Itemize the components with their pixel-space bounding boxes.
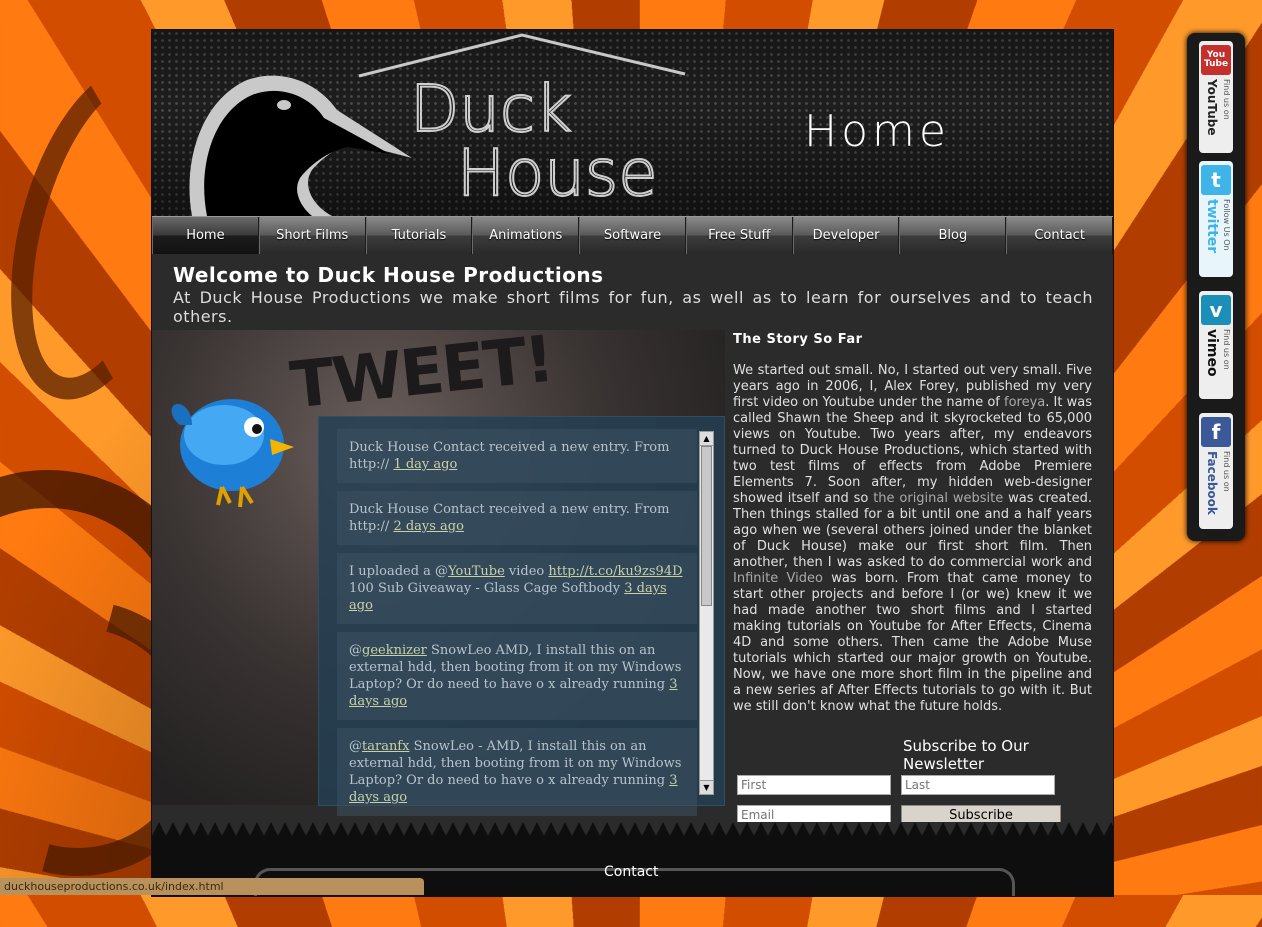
social-sidebar: You Tube Find us on YouTube t Follow Us … bbox=[1187, 33, 1245, 541]
nav-item-home[interactable]: Home bbox=[152, 217, 259, 254]
nav-item-tutorials[interactable]: Tutorials bbox=[365, 217, 473, 254]
tweet-mention-link[interactable]: taranfx bbox=[362, 739, 409, 754]
tweet-item: Duck House Contact received a new entry.… bbox=[337, 491, 697, 545]
facebook-icon: f bbox=[1201, 417, 1231, 447]
nav-item-short-films[interactable]: Short Films bbox=[258, 217, 366, 254]
first-name-input[interactable] bbox=[737, 775, 891, 795]
tweet-item: I uploaded a @YouTube video http://t.co/… bbox=[337, 553, 697, 624]
tweet-text: 100 Sub Giveaway - Glass Cage Softbody bbox=[349, 581, 621, 596]
scroll-up-icon[interactable]: ▲ bbox=[700, 432, 713, 446]
tweet-heading: TWEET! bbox=[287, 322, 556, 424]
roof-line bbox=[358, 33, 686, 78]
page-container: Duck House Home Home Short Films Tutoria… bbox=[151, 29, 1114, 897]
tweet-url-link[interactable]: http://t.co/ku9zs94D bbox=[548, 564, 682, 579]
tweet-time-link[interactable]: 2 days ago bbox=[393, 519, 464, 534]
vimeo-button[interactable]: v Find us on vimeo bbox=[1199, 291, 1233, 399]
tweet-panel: TWEET! Duck House Contact received a new… bbox=[152, 323, 725, 816]
nav-item-developer[interactable]: Developer bbox=[792, 217, 900, 254]
tweet-list: Duck House Contact received a new entry.… bbox=[337, 429, 697, 824]
main-nav: Home Short Films Tutorials Animations So… bbox=[152, 216, 1113, 254]
browser-status-bar: duckhouseproductions.co.uk/index.html bbox=[0, 878, 424, 895]
foreya-link[interactable]: foreya bbox=[1004, 395, 1045, 410]
tweet-item: @geeknizer SnowLeo AMD, I install this o… bbox=[337, 632, 697, 720]
tweet-prefix: @ bbox=[349, 643, 362, 658]
twitter-icon: t bbox=[1201, 165, 1231, 195]
tweet-item: @taranfx SnowLeo - AMD, I install this o… bbox=[337, 728, 697, 816]
nav-item-animations[interactable]: Animations bbox=[472, 217, 580, 254]
welcome-title: Welcome to Duck House Productions bbox=[173, 263, 604, 287]
story-text: We started out small. No, I started out … bbox=[733, 363, 1092, 714]
brand-line2: House bbox=[457, 137, 658, 211]
scroll-down-icon[interactable]: ▼ bbox=[700, 780, 713, 794]
newsletter-title: Subscribe to Our Newsletter bbox=[903, 737, 1029, 773]
tweet-item: Duck House Contact received a new entry.… bbox=[337, 429, 697, 483]
nav-item-software[interactable]: Software bbox=[579, 217, 686, 254]
story-title: The Story So Far bbox=[733, 332, 863, 347]
tweet-feed[interactable]: Duck House Contact received a new entry.… bbox=[318, 416, 725, 816]
nav-item-free-stuff[interactable]: Free Stuff bbox=[685, 217, 793, 254]
youtube-button[interactable]: You Tube Find us on YouTube bbox=[1199, 41, 1233, 153]
page-heading: Home bbox=[804, 106, 950, 157]
tweet-time-link[interactable]: 1 day ago bbox=[393, 457, 457, 472]
facebook-button[interactable]: f Find us on Facebook bbox=[1199, 413, 1233, 529]
infinite-video-link[interactable]: Infinite Video bbox=[733, 571, 823, 586]
tweet-scrollbar[interactable]: ▲ ▼ bbox=[699, 431, 714, 795]
duck-logo[interactable]: Duck House bbox=[152, 30, 1113, 216]
youtube-icon: You Tube bbox=[1201, 45, 1231, 75]
tweet-prefix: @ bbox=[349, 739, 362, 754]
tweet-middle: video bbox=[504, 564, 549, 579]
footer-contact-heading: Contact bbox=[604, 864, 659, 880]
vimeo-icon: v bbox=[1201, 295, 1231, 325]
tweet-mention-link[interactable]: geeknizer bbox=[362, 643, 427, 658]
duck-body bbox=[204, 90, 390, 216]
scroll-thumb[interactable] bbox=[701, 446, 712, 606]
last-name-input[interactable] bbox=[901, 775, 1055, 795]
duck-eye bbox=[277, 100, 291, 110]
twitter-bird-icon bbox=[171, 399, 294, 508]
tweet-mention-link[interactable]: YouTube bbox=[448, 564, 505, 579]
tweet-prefix: I uploaded a @ bbox=[349, 564, 449, 579]
nav-item-contact[interactable]: Contact bbox=[1006, 217, 1113, 254]
original-website-link[interactable]: the original website bbox=[873, 491, 1003, 506]
welcome-text: At Duck House Productions we make short … bbox=[173, 288, 1093, 326]
twitter-button[interactable]: t Follow Us On twitter bbox=[1199, 161, 1233, 277]
brand-line1: Duck bbox=[410, 73, 572, 147]
site-header: Duck House Home bbox=[152, 30, 1113, 216]
nav-item-blog[interactable]: Blog bbox=[899, 217, 1007, 254]
